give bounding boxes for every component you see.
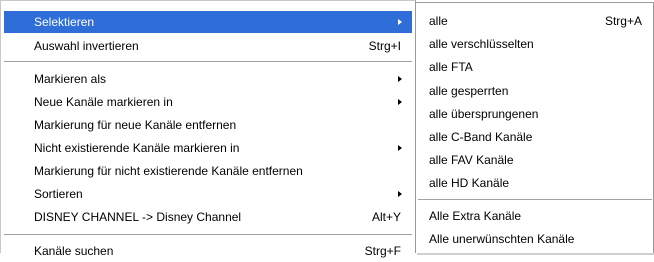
menu-item-label: Markierung für neue Kanäle entfernen (34, 118, 237, 132)
submenu-arrow-icon (398, 76, 402, 82)
menu-item-label: Sortieren (34, 187, 83, 201)
menu-item-label: Neue Kanäle markieren in (34, 95, 173, 109)
menu-item-label: DISNEY CHANNEL -> Disney Channel (34, 210, 242, 224)
menu-item-label: alle FAV Kanäle (429, 153, 514, 167)
submenu-arrow-icon (398, 19, 402, 25)
menu-item-label: Nicht existierende Kanäle markieren in (34, 141, 240, 155)
submenu-item-uebersprungenen[interactable]: alle übersprungenen (418, 103, 652, 125)
menu-item-markieren-als[interactable]: Markieren als (4, 68, 412, 90)
submenu-item-verschluesselten[interactable]: alle verschlüsselten (418, 33, 652, 55)
menu-item-selektieren[interactable]: Selektieren (4, 11, 412, 33)
menu-separator (4, 234, 412, 236)
menu-item-label: Markieren als (34, 72, 107, 86)
menu-item-neue-kanaele-markieren[interactable]: Neue Kanäle markieren in (4, 91, 412, 113)
submenu-item-fta[interactable]: alle FTA (418, 56, 652, 78)
menu-item-label: Markierung für nicht existierende Kanäle… (34, 164, 303, 178)
menu-item-label: alle C-Band Kanäle (429, 130, 533, 144)
menu-item-disney-channel[interactable]: DISNEY CHANNEL -> Disney Channel Alt+Y (4, 206, 412, 228)
menu-item-shortcut: Strg+F (364, 244, 401, 258)
submenu-arrow-icon (398, 99, 402, 105)
menu-item-markierung-nicht-existierende-entfernen[interactable]: Markierung für nicht existierende Kanäle… (4, 160, 412, 182)
menu-item-label: alle gesperrten (429, 84, 509, 98)
submenu-selektieren: alle Strg+A alle verschlüsselten alle FT… (415, 2, 654, 253)
submenu-item-unerwuenschten[interactable]: Alle unerwünschten Kanäle (418, 228, 652, 250)
menu-item-label: Kanäle suchen (34, 244, 114, 258)
submenu-item-gesperrten[interactable]: alle gesperrten (418, 80, 652, 102)
menu-item-nicht-existierende-markieren[interactable]: Nicht existierende Kanäle markieren in (4, 137, 412, 159)
menu-item-label: alle übersprungenen (429, 107, 539, 121)
menu-item-label: Auswahl invertieren (34, 39, 139, 53)
menu-item-label: alle HD Kanäle (429, 176, 510, 190)
submenu-item-c-band[interactable]: alle C-Band Kanäle (418, 126, 652, 148)
submenu-item-fav[interactable]: alle FAV Kanäle (418, 149, 652, 171)
submenu-arrow-icon (398, 191, 402, 197)
menu-item-label: Selektieren (34, 15, 95, 29)
menu-separator (4, 61, 412, 63)
menu-item-kanaele-suchen[interactable]: Kanäle suchen Strg+F (4, 240, 412, 262)
menu-item-label: Alle unerwünschten Kanäle (429, 232, 575, 246)
menu-item-shortcut: Strg+A (604, 14, 642, 28)
context-menu: Selektieren Auswahl invertieren Strg+I M… (0, 0, 416, 258)
submenu-item-extra[interactable]: Alle Extra Kanäle (418, 205, 652, 227)
submenu-item-alle[interactable]: alle Strg+A (418, 10, 652, 32)
submenu-item-hd[interactable]: alle HD Kanäle (418, 172, 652, 194)
menu-separator (418, 199, 652, 201)
menu-item-label: Alle Extra Kanäle (429, 209, 522, 223)
menu-item-shortcut: Alt+Y (371, 210, 401, 224)
menu-item-label: alle FTA (429, 60, 473, 74)
menu-item-label: alle verschlüsselten (429, 37, 534, 51)
menu-item-label: alle (429, 14, 448, 28)
menu-item-sortieren[interactable]: Sortieren (4, 183, 412, 205)
menu-item-markierung-neue-entfernen[interactable]: Markierung für neue Kanäle entfernen (4, 114, 412, 136)
menu-item-auswahl-invertieren[interactable]: Auswahl invertieren Strg+I (4, 35, 412, 57)
menu-item-shortcut: Strg+I (368, 39, 401, 53)
submenu-arrow-icon (398, 145, 402, 151)
